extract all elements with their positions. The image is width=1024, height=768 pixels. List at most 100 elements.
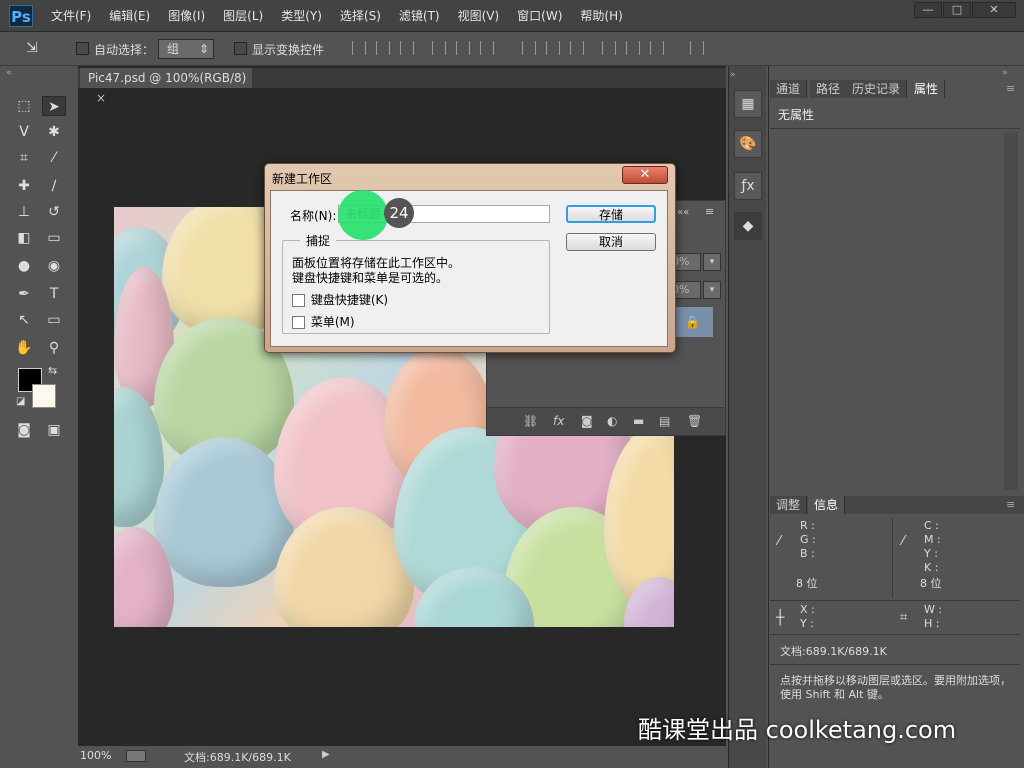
save-button[interactable]: 存储: [566, 205, 656, 223]
distribute-left-icon[interactable]: [602, 41, 616, 55]
right-panel-collapse-icon[interactable]: »: [1002, 68, 1008, 78]
new-layer-icon[interactable]: ▤: [659, 414, 670, 428]
menu-select[interactable]: 选择(S): [331, 0, 390, 32]
pen-tool-icon[interactable]: ✒: [12, 284, 36, 304]
maximize-button[interactable]: □: [943, 2, 971, 18]
auto-select-checkbox[interactable]: [76, 42, 89, 55]
menu-filter[interactable]: 滤镜(T): [390, 0, 449, 32]
menu-type[interactable]: 类型(Y): [272, 0, 331, 32]
eraser-tool-icon[interactable]: ◧: [12, 228, 36, 248]
strip-collapse-icon[interactable]: »: [730, 70, 736, 80]
layers-panel-icon[interactable]: ◆: [734, 212, 762, 240]
rectangle-tool-icon[interactable]: ▭: [42, 310, 66, 330]
distribute-top-icon[interactable]: [522, 41, 536, 55]
menu-help[interactable]: 帮助(H): [571, 0, 631, 32]
swatches-panel-icon[interactable]: 🎨: [734, 130, 762, 158]
keyboard-shortcuts-option[interactable]: 键盘快捷键(K): [292, 291, 388, 308]
lock-icon: 🔒: [685, 315, 700, 329]
info-menu-icon[interactable]: ≡: [1006, 498, 1015, 511]
quick-mask-icon[interactable]: ◙: [12, 420, 36, 440]
blur-tool-icon[interactable]: ●: [12, 256, 36, 276]
zoom-tool-icon[interactable]: ⚲: [42, 338, 66, 358]
panel-collapse-icon[interactable]: ««: [677, 207, 689, 218]
screen-mode-icon[interactable]: ▣: [42, 420, 66, 440]
gradient-tool-icon[interactable]: ▭: [42, 228, 66, 248]
menu-image[interactable]: 图像(I): [159, 0, 214, 32]
lasso-tool-icon[interactable]: ᐯ: [12, 122, 36, 142]
hand-tool-icon[interactable]: ✋: [12, 338, 36, 358]
align-left-icon[interactable]: [432, 41, 446, 55]
align-hcenter-icon[interactable]: [456, 41, 470, 55]
navigator-panel-icon[interactable]: ▦: [734, 90, 762, 118]
keyboard-shortcuts-label: 键盘快捷键(K): [310, 293, 389, 307]
info-rgb: R : G : B :: [800, 519, 816, 561]
document-tab[interactable]: Pic47.psd @ 100%(RGB/8) ×: [80, 68, 252, 105]
clone-stamp-tool-icon[interactable]: ⊥: [12, 202, 36, 222]
auto-align-icon[interactable]: [690, 41, 704, 55]
minimize-button[interactable]: —: [914, 2, 942, 18]
properties-scrollbar[interactable]: [1004, 132, 1018, 490]
brush-tool-icon[interactable]: ∕: [42, 176, 66, 196]
opacity-dropdown-icon[interactable]: ▾: [703, 253, 721, 271]
distribute-right-icon[interactable]: [650, 41, 664, 55]
styles-panel-icon[interactable]: ƒx: [734, 172, 762, 200]
path-selection-tool-icon[interactable]: ↖: [12, 310, 36, 330]
link-layers-icon[interactable]: ⛓: [523, 414, 538, 428]
tab-properties[interactable]: 属性: [908, 80, 946, 98]
delete-layer-icon[interactable]: 🗑: [687, 414, 702, 428]
tab-info[interactable]: 信息: [808, 496, 846, 514]
dodge-tool-icon[interactable]: ◉: [42, 256, 66, 276]
marquee-tool-icon[interactable]: ⬚: [12, 96, 36, 116]
status-arrow-icon[interactable]: ▶: [322, 749, 330, 760]
menus-checkbox[interactable]: [292, 316, 305, 329]
align-vcenter-icon[interactable]: [376, 41, 390, 55]
crop-tool-icon[interactable]: ⌗: [12, 148, 36, 168]
no-properties-label: 无属性: [778, 108, 815, 122]
collapse-icon[interactable]: «: [6, 68, 12, 78]
default-colors-icon[interactable]: ◪: [16, 396, 25, 407]
cancel-button[interactable]: 取消: [566, 233, 656, 251]
history-brush-tool-icon[interactable]: ↺: [42, 202, 66, 222]
fx-icon[interactable]: fx: [553, 414, 564, 428]
status-bar: 100% 文档:689.1K/689.1K ▶: [78, 746, 726, 768]
layer-mask-icon[interactable]: ◙: [581, 414, 593, 428]
auto-select-dropdown[interactable]: 组 ⇕: [158, 39, 214, 59]
align-bottom-icon[interactable]: [400, 41, 414, 55]
tab-history[interactable]: 历史记录: [846, 80, 908, 98]
keyboard-shortcuts-checkbox[interactable]: [292, 294, 305, 307]
zoom-level[interactable]: 100%: [80, 749, 111, 762]
healing-brush-tool-icon[interactable]: ✚: [12, 176, 36, 196]
type-tool-icon[interactable]: T: [42, 284, 66, 304]
menu-window[interactable]: 窗口(W): [508, 0, 571, 32]
align-right-icon[interactable]: [480, 41, 494, 55]
fill-dropdown-icon[interactable]: ▾: [703, 281, 721, 299]
properties-menu-icon[interactable]: ≡: [1006, 82, 1015, 95]
menu-file[interactable]: 文件(F): [42, 0, 100, 32]
tab-close-icon[interactable]: ×: [96, 91, 106, 105]
distribute-bottom-icon[interactable]: [570, 41, 584, 55]
adjustment-layer-icon[interactable]: ◐: [607, 414, 617, 428]
distribute-hcenter-icon[interactable]: [626, 41, 640, 55]
panel-menu-icon[interactable]: ≡: [705, 205, 714, 218]
crosshair-icon: ┼: [776, 610, 785, 626]
distribute-vcenter-icon[interactable]: [546, 41, 560, 55]
menu-view[interactable]: 视图(V): [449, 0, 509, 32]
align-top-icon[interactable]: [352, 41, 366, 55]
swap-colors-icon[interactable]: ⇆: [48, 364, 57, 377]
tab-paths[interactable]: 路径: [810, 80, 848, 98]
menu-layer[interactable]: 图层(L): [214, 0, 272, 32]
move-tool-icon[interactable]: ⇲: [26, 40, 38, 56]
background-color-swatch[interactable]: [32, 384, 56, 408]
tab-channels[interactable]: 通道: [770, 80, 808, 98]
tab-adjustments[interactable]: 调整: [770, 496, 808, 514]
move-tool-icon[interactable]: ➤: [42, 96, 66, 116]
close-window-button[interactable]: ✕: [972, 2, 1016, 18]
menus-option[interactable]: 菜单(M): [292, 313, 355, 330]
magic-wand-tool-icon[interactable]: ✱: [42, 122, 66, 142]
eyedropper-tool-icon[interactable]: ⁄: [42, 148, 66, 168]
new-group-icon[interactable]: ▬: [633, 414, 644, 428]
menu-edit[interactable]: 编辑(E): [100, 0, 159, 32]
show-transform-checkbox[interactable]: [234, 42, 247, 55]
dialog-close-button[interactable]: ✕: [622, 166, 668, 184]
info-xy: X : Y :: [800, 603, 815, 631]
